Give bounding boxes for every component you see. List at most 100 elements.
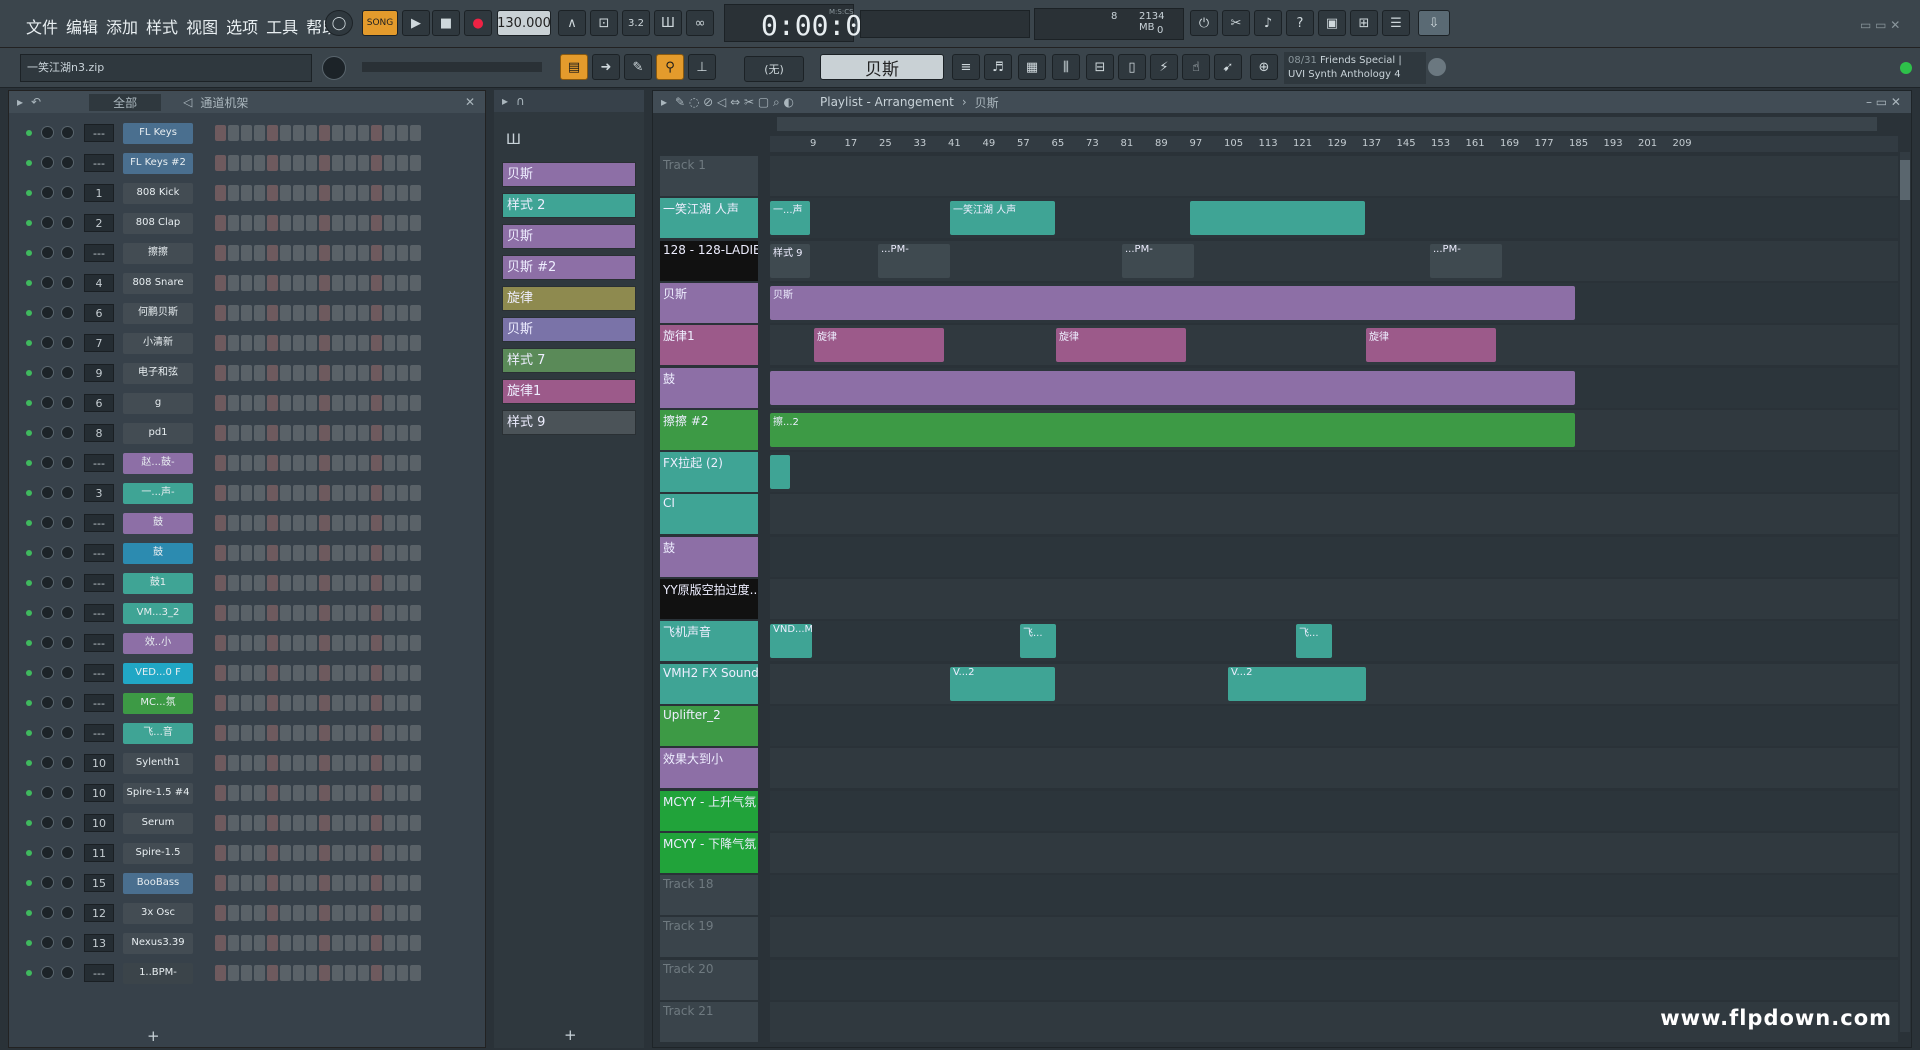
step-button[interactable] bbox=[332, 665, 343, 681]
step-button[interactable] bbox=[371, 815, 382, 831]
step-button[interactable] bbox=[215, 365, 226, 381]
channel-led[interactable] bbox=[26, 850, 32, 856]
volume-knob[interactable] bbox=[61, 246, 74, 259]
step-button[interactable] bbox=[384, 185, 395, 201]
step-button[interactable] bbox=[228, 365, 239, 381]
channel-name-button[interactable]: 鼓 bbox=[123, 543, 193, 564]
step-button[interactable] bbox=[215, 485, 226, 501]
wait-input-icon[interactable]: ⊡ bbox=[590, 10, 618, 36]
step-button[interactable] bbox=[345, 365, 356, 381]
clip[interactable]: V...2 bbox=[950, 666, 1055, 701]
step-button[interactable] bbox=[397, 125, 408, 141]
step-button[interactable] bbox=[267, 335, 278, 351]
mixer-track-number[interactable]: --- bbox=[84, 544, 114, 562]
step-button[interactable] bbox=[306, 185, 317, 201]
step-button[interactable] bbox=[358, 155, 369, 171]
step-button[interactable] bbox=[306, 335, 317, 351]
step-button[interactable] bbox=[384, 845, 395, 861]
step-button[interactable] bbox=[371, 125, 382, 141]
metronome-icon[interactable]: ∧ bbox=[558, 10, 586, 36]
pan-knob[interactable] bbox=[41, 606, 54, 619]
channel-name-button[interactable]: 3x Osc bbox=[123, 903, 193, 924]
arrow-icon[interactable]: ▸ bbox=[661, 95, 667, 109]
step-button[interactable] bbox=[397, 605, 408, 621]
track-lane[interactable]: 样式 9 ...PM- ...PM- ...PM- bbox=[770, 240, 1898, 281]
step-button[interactable] bbox=[241, 875, 252, 891]
headphones-icon[interactable]: ∩ bbox=[516, 94, 525, 108]
step-button[interactable] bbox=[410, 665, 421, 681]
step-button[interactable] bbox=[215, 875, 226, 891]
step-button[interactable] bbox=[215, 155, 226, 171]
step-button[interactable] bbox=[293, 215, 304, 231]
step-button[interactable] bbox=[241, 815, 252, 831]
step-button[interactable] bbox=[319, 605, 330, 621]
clip[interactable]: ...PM- bbox=[878, 243, 950, 278]
pan-knob[interactable] bbox=[41, 246, 54, 259]
step-button[interactable] bbox=[228, 305, 239, 321]
step-button[interactable] bbox=[306, 905, 317, 921]
channel-name-button[interactable]: FL Keys bbox=[123, 123, 193, 144]
playlist-window-icon[interactable]: ≡ bbox=[952, 54, 980, 80]
step-button[interactable] bbox=[267, 365, 278, 381]
channel-led[interactable] bbox=[26, 730, 32, 736]
step-button[interactable] bbox=[332, 185, 343, 201]
step-button[interactable] bbox=[280, 965, 291, 981]
step-button[interactable] bbox=[319, 635, 330, 651]
mixer-icon[interactable]: ⫼ bbox=[1052, 54, 1080, 80]
picker-patterns-icon[interactable]: Ш bbox=[506, 132, 521, 148]
channel-name-button[interactable]: Sylenth1 bbox=[123, 753, 193, 774]
step-button[interactable] bbox=[345, 455, 356, 471]
step-button[interactable] bbox=[371, 695, 382, 711]
step-button[interactable] bbox=[332, 785, 343, 801]
step-button[interactable] bbox=[241, 335, 252, 351]
step-button[interactable] bbox=[306, 425, 317, 441]
channel-name-button[interactable]: FL Keys #2 bbox=[123, 153, 193, 174]
step-button[interactable] bbox=[319, 335, 330, 351]
step-button[interactable] bbox=[397, 755, 408, 771]
channel-name-button[interactable]: 电子和弦 bbox=[123, 363, 193, 384]
channel-name-button[interactable]: 808 Clap bbox=[123, 213, 193, 234]
step-button[interactable] bbox=[267, 965, 278, 981]
channel-row[interactable]: --- 1..BPM- bbox=[19, 961, 489, 985]
step-button[interactable] bbox=[358, 605, 369, 621]
menu-item[interactable]: 文件 bbox=[26, 14, 58, 38]
step-button[interactable] bbox=[319, 395, 330, 411]
track-lane[interactable] bbox=[770, 705, 1898, 746]
step-button[interactable] bbox=[345, 725, 356, 741]
volume-knob[interactable] bbox=[61, 936, 74, 949]
track-lane[interactable] bbox=[770, 875, 1898, 916]
link-icon[interactable]: ⚲ bbox=[656, 54, 684, 80]
step-button[interactable] bbox=[215, 455, 226, 471]
step-button[interactable] bbox=[241, 305, 252, 321]
step-button[interactable] bbox=[280, 845, 291, 861]
step-button[interactable] bbox=[293, 305, 304, 321]
step-button[interactable] bbox=[215, 575, 226, 591]
step-button[interactable] bbox=[280, 125, 291, 141]
step-button[interactable] bbox=[241, 635, 252, 651]
mixer-track-number[interactable]: --- bbox=[84, 124, 114, 142]
volume-knob[interactable] bbox=[61, 516, 74, 529]
track-lane[interactable]: 旋律 旋律 旋律 bbox=[770, 325, 1898, 366]
track-header[interactable]: 擦擦 #2 bbox=[660, 409, 758, 450]
mixer-track-number[interactable]: 7 bbox=[84, 334, 114, 352]
step-button[interactable] bbox=[228, 635, 239, 651]
track-header[interactable]: Track 20 bbox=[660, 959, 758, 1000]
step-button[interactable] bbox=[410, 485, 421, 501]
step-button[interactable] bbox=[293, 515, 304, 531]
volume-knob[interactable] bbox=[61, 306, 74, 319]
step-button[interactable] bbox=[267, 665, 278, 681]
step-button[interactable] bbox=[293, 575, 304, 591]
tools-icon[interactable]: ➹ bbox=[1214, 54, 1242, 80]
step-button[interactable] bbox=[410, 215, 421, 231]
step-button[interactable] bbox=[319, 695, 330, 711]
step-button[interactable] bbox=[306, 215, 317, 231]
clip[interactable]: ...PM- bbox=[1430, 243, 1502, 278]
channel-name-button[interactable]: 赵...鼓- bbox=[123, 453, 193, 474]
step-button[interactable] bbox=[332, 455, 343, 471]
step-button[interactable] bbox=[384, 425, 395, 441]
step-button[interactable] bbox=[384, 545, 395, 561]
step-button[interactable] bbox=[293, 785, 304, 801]
pattern-item[interactable]: 贝斯 #2 bbox=[502, 255, 636, 280]
step-button[interactable] bbox=[306, 545, 317, 561]
step-button[interactable] bbox=[371, 455, 382, 471]
